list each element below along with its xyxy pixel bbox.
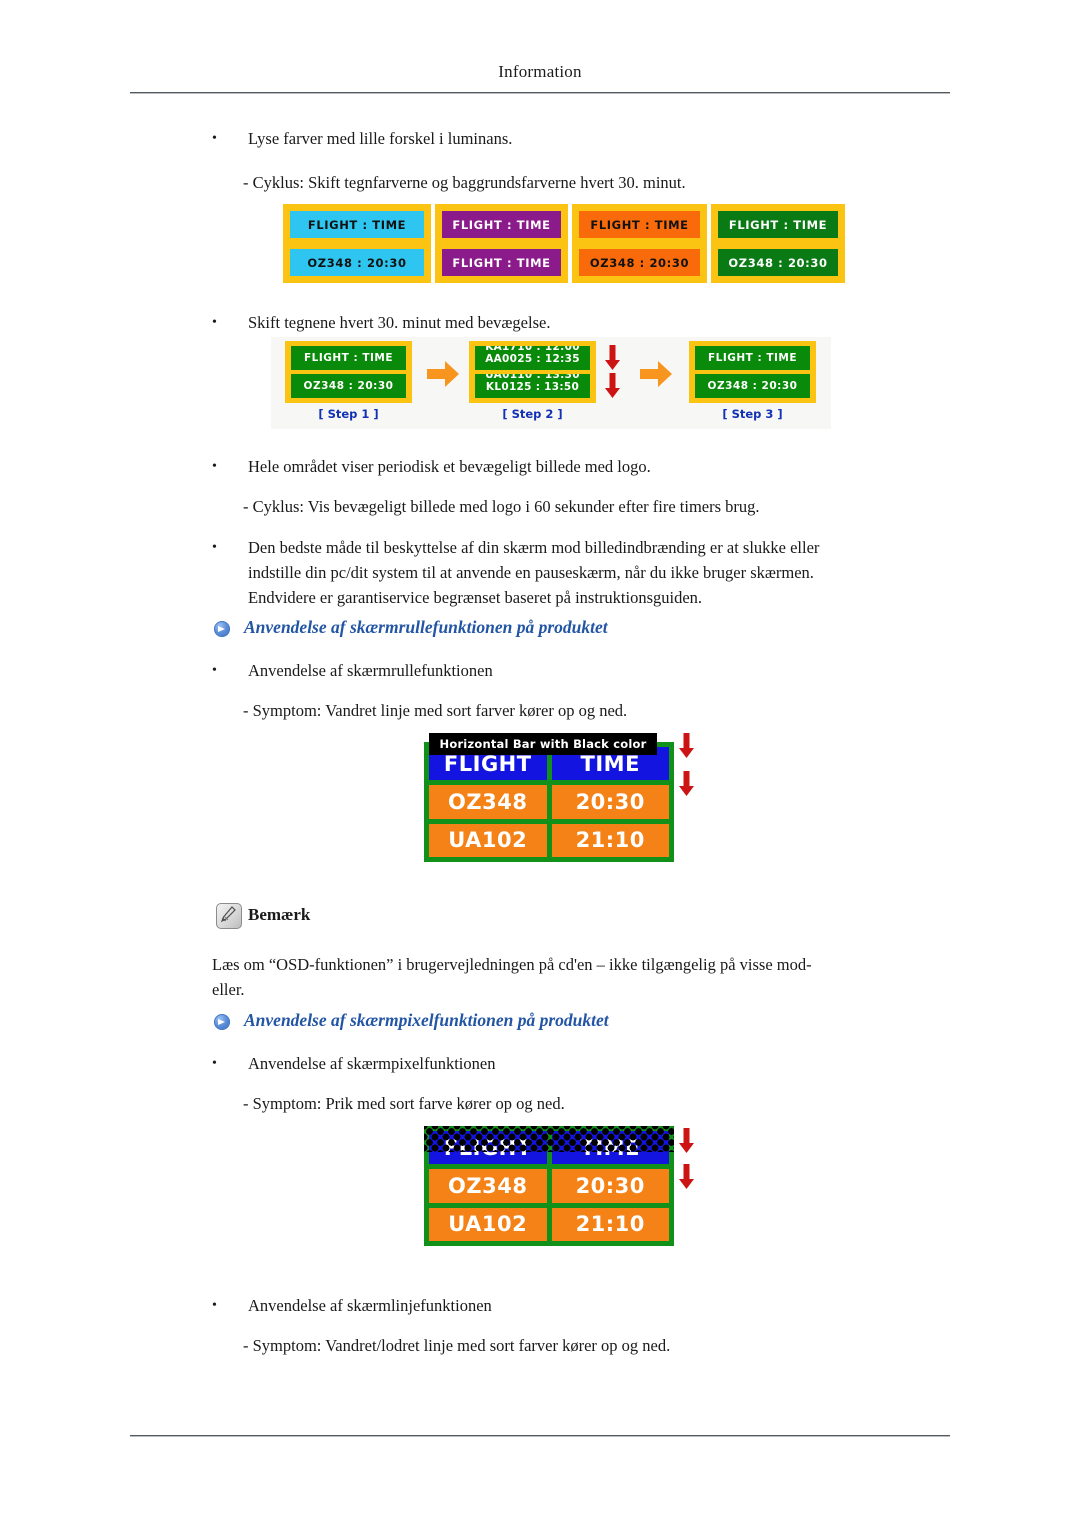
black-pixel-dot-overlay (424, 1126, 674, 1152)
section-heading-label: Anvendelse af skærmrullefunktionen på pr… (244, 617, 608, 637)
panel-row-1: FLIGHT : TIME (442, 211, 561, 238)
arrow-circle-icon (214, 621, 230, 637)
panel-row-2: FLIGHT : TIME (442, 249, 561, 276)
panel-row-1: FLIGHT : TIME (579, 211, 700, 238)
board-row: UA102 21:10 (429, 823, 669, 857)
figure-character-shift-steps: FLIGHT : TIME OZ348 : 20:30 [ Step 1 ] K… (271, 337, 831, 429)
note-body-line: Læs om “OSD-funktionen” i brugervejledni… (212, 955, 812, 974)
list-item: • Anvendelse af skærmlinjefunktionen (212, 1293, 972, 1318)
step-1-caption: [ Step 1 ] (318, 407, 379, 421)
arrow-down-icon (678, 733, 695, 759)
arrow-right-icon (426, 359, 460, 389)
horizontal-black-bar: Horizontal Bar with Black color (429, 733, 657, 755)
bullet-dot: • (212, 459, 217, 474)
step1-row-1: FLIGHT : TIME (291, 346, 406, 370)
list-item-label: Den bedste måde til beskyttelse af din s… (248, 538, 820, 557)
board-cell-flight: UA102 (429, 1207, 547, 1241)
board-cell-flight: OZ348 (429, 785, 547, 819)
color-panel-orange: FLIGHT : TIME OZ348 : 20:30 (572, 204, 707, 283)
footer-rule (130, 1435, 950, 1436)
step2-row2-top: UA0110 : 13:30 (485, 374, 580, 381)
color-panel-purple: FLIGHT : TIME FLIGHT : TIME (435, 204, 568, 283)
figure-color-cycle: FLIGHT : TIME OZ348 : 20:30 FLIGHT : TIM… (283, 204, 845, 283)
sub-note: - Symptom: Vandret/lodret linje med sort… (243, 1336, 671, 1355)
list-item: • Den bedste måde til beskyttelse af din… (212, 535, 972, 610)
arrow-down-icon (604, 373, 621, 399)
board-cell-time: 20:30 (551, 785, 669, 819)
arrow-right-icon (639, 359, 673, 389)
list-item-label-cont: Endvidere er garantiservice begrænset ba… (248, 588, 703, 607)
step-3-panel: FLIGHT : TIME OZ348 : 20:30 (689, 341, 816, 403)
list-item-label: Anvendelse af skærmpixelfunktionen (248, 1054, 496, 1073)
color-panel-green: FLIGHT : TIME OZ348 : 20:30 (711, 204, 845, 283)
bullet-dot: • (212, 131, 217, 146)
bullet-dot: • (212, 315, 217, 330)
board-cell-time: 20:30 (551, 1169, 669, 1203)
step3-row-2: OZ348 : 20:30 (695, 374, 810, 398)
step2-row-2: UA0110 : 13:30 KL0125 : 13:50 (475, 374, 590, 398)
list-item: • Anvendelse af skærmrullefunktionen (212, 658, 972, 683)
arrow-down-icon (678, 1128, 695, 1154)
sub-note: - Cyklus: Skift tegnfarverne og baggrund… (243, 173, 686, 192)
arrow-down-icon (678, 771, 695, 797)
board-cell-flight: UA102 (429, 823, 547, 857)
list-item-label: Lyse farver med lille forskel i luminans… (248, 129, 513, 148)
board-cell-time: 21:10 (551, 1207, 669, 1241)
step-2-caption: [ Step 2 ] (502, 407, 563, 421)
board-cell-flight: OZ348 (429, 1169, 547, 1203)
list-item: • Lyse farver med lille forskel i lumina… (212, 126, 972, 151)
note-label: Bemærk (248, 905, 311, 924)
step-3-caption: [ Step 3 ] (722, 407, 783, 421)
header-rule (130, 92, 950, 93)
list-item: • Hele området viser periodisk et bevæge… (212, 454, 972, 479)
arrow-down-icon (678, 1164, 695, 1190)
arrow-down-icon (604, 345, 621, 371)
panel-row-2: OZ348 : 20:30 (579, 249, 700, 276)
step2-row2-bottom: KL0125 : 13:50 (485, 381, 580, 393)
bullet-dot: • (212, 1056, 217, 1071)
list-item-label: Hele området viser periodisk et bevægeli… (248, 457, 651, 476)
list-item-label: Skift tegnene hvert 30. minut med bevæge… (248, 313, 551, 332)
bullet-dot: • (212, 1298, 217, 1313)
figure-scroll-board: FLIGHT TIME OZ348 20:30 UA102 21:10 (424, 742, 674, 862)
list-item-label: Anvendelse af skærmlinjefunktionen (248, 1296, 492, 1315)
sub-note: - Symptom: Vandret linje med sort farver… (243, 701, 628, 720)
step2-row1-top: KA1710 : 12:00 (485, 346, 580, 353)
panel-row-1: FLIGHT : TIME (290, 211, 424, 238)
panel-row-2: OZ348 : 20:30 (290, 249, 424, 276)
section-heading-scroll: Anvendelse af skærmrullefunktionen på pr… (214, 617, 974, 644)
bullet-dot: • (212, 540, 217, 555)
step2-row1-bottom: AA0025 : 12:35 (485, 353, 580, 365)
page-header-title: Information (498, 62, 582, 81)
panel-row-2: OZ348 : 20:30 (718, 249, 838, 276)
step3-row-1: FLIGHT : TIME (695, 346, 810, 370)
section-heading-label: Anvendelse af skærmpixelfunktionen på pr… (244, 1010, 609, 1030)
list-item-label: Anvendelse af skærmrullefunktionen (248, 661, 493, 680)
bullet-dot: • (212, 663, 217, 678)
color-panel-cyan: FLIGHT : TIME OZ348 : 20:30 (283, 204, 431, 283)
note-body-line: eller. (212, 980, 245, 999)
board-cell-time: 21:10 (551, 823, 669, 857)
note-pen-icon (216, 903, 242, 929)
step-1-panel: FLIGHT : TIME OZ348 : 20:30 (285, 341, 412, 403)
panel-row-1: FLIGHT : TIME (718, 211, 838, 238)
sub-note: - Cyklus: Vis bevægeligt billede med log… (243, 497, 760, 516)
board-row: OZ348 20:30 (429, 1169, 669, 1203)
list-item-label-cont: indstille din pc/dit system til at anven… (248, 563, 814, 582)
board-row: OZ348 20:30 (429, 785, 669, 819)
arrow-circle-icon (214, 1014, 230, 1030)
note-body: Læs om “OSD-funktionen” i brugervejledni… (212, 952, 972, 1002)
list-item: • Skift tegnene hvert 30. minut med bevæ… (212, 310, 972, 335)
step2-row-1: KA1710 : 12:00 AA0025 : 12:35 (475, 346, 590, 370)
section-heading-pixel: Anvendelse af skærmpixelfunktionen på pr… (214, 1010, 974, 1037)
sub-note: - Symptom: Prik med sort farve kører op … (243, 1094, 565, 1113)
step1-row-2: OZ348 : 20:30 (291, 374, 406, 398)
board-row: UA102 21:10 (429, 1207, 669, 1241)
step-2-panel: KA1710 : 12:00 AA0025 : 12:35 UA0110 : 1… (469, 341, 596, 403)
list-item: • Anvendelse af skærmpixelfunktionen (212, 1051, 972, 1076)
